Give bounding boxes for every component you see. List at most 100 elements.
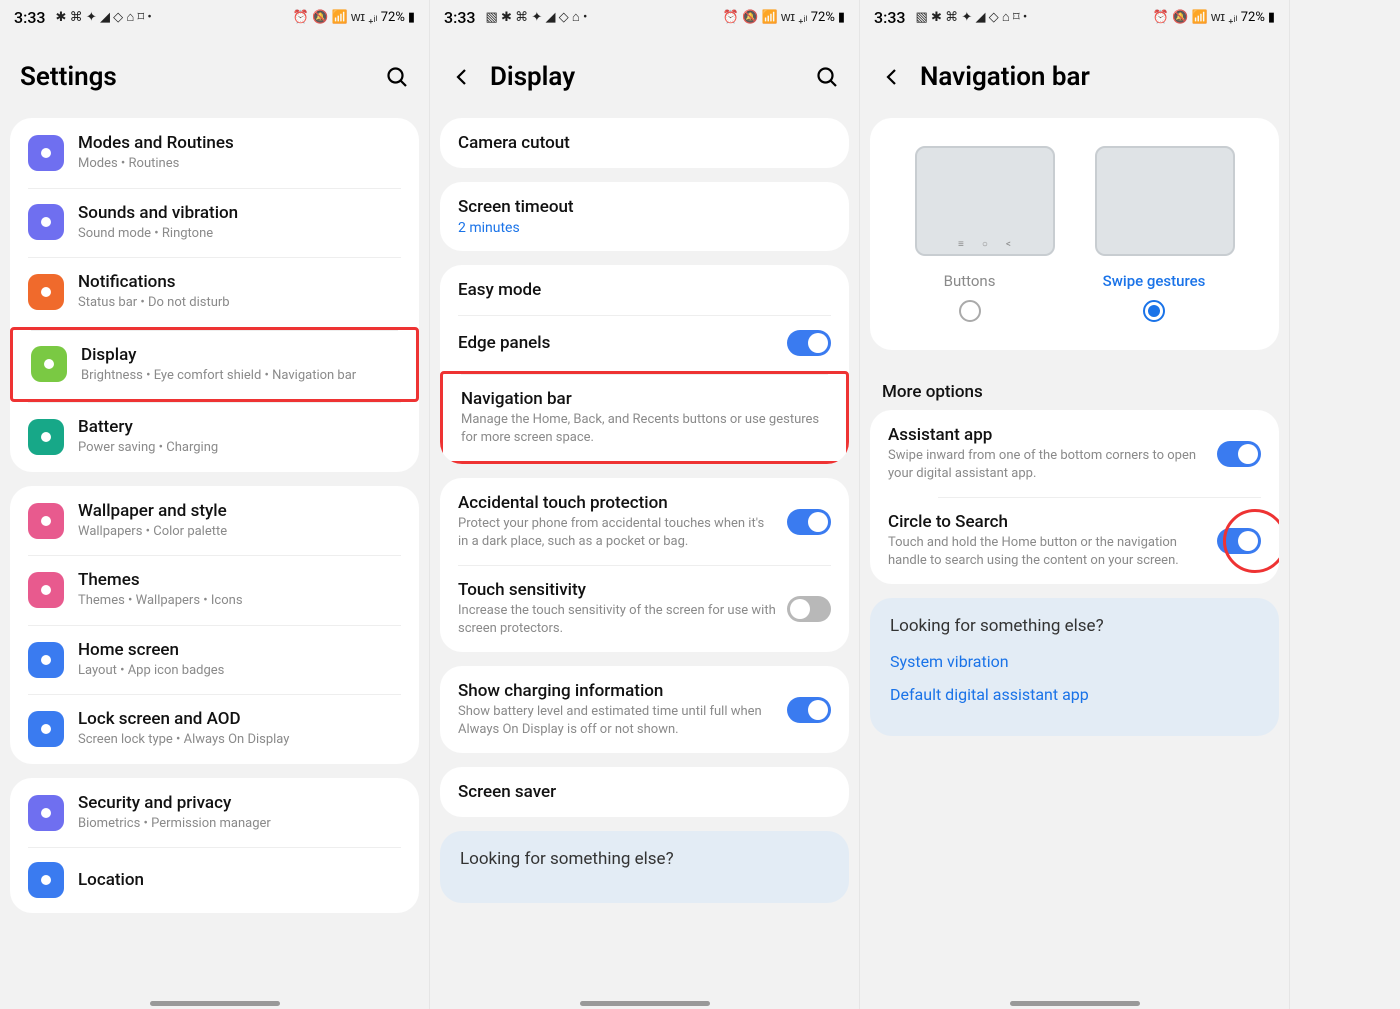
row-title: Screen saver <box>458 782 831 802</box>
status-right-icons: ⏰ 🔕 📶 ᴡɪ ₊ᵢₗ <box>723 9 808 25</box>
display-row-show-charging-information[interactable]: Show charging informationShow battery le… <box>440 666 849 753</box>
battery-icon <box>28 419 64 455</box>
settings-group: Security and privacyBiometrics • Permiss… <box>10 778 419 914</box>
navbar-header: Navigation bar <box>860 34 1289 118</box>
back-icon[interactable] <box>880 65 904 89</box>
radio-selected-icon[interactable] <box>1143 300 1165 322</box>
search-icon[interactable] <box>385 65 409 89</box>
display-row-screen-timeout[interactable]: Screen timeout2 minutes <box>440 182 849 251</box>
battery-icon: ▮ <box>408 10 415 25</box>
settings-screen: 3:33 ✱ ⌘ ✦ ◢ ◇ ⌂ ⌑ • ⏰ 🔕 📶 ᴡɪ ₊ᵢₗ 72% ▮ … <box>0 0 430 1009</box>
display-row-touch-sensitivity[interactable]: Touch sensitivityIncrease the touch sens… <box>440 565 849 652</box>
location-icon <box>28 862 64 898</box>
row-sub: Wallpapers • Color palette <box>78 523 401 541</box>
status-time: 3:33 <box>14 8 46 27</box>
display-group: Screen saver <box>440 767 849 817</box>
settings-row-home-screen[interactable]: Home screenLayout • App icon badges <box>10 625 419 695</box>
row-sub: Manage the Home, Back, and Recents butto… <box>461 411 828 446</box>
status-bar: 3:33 ▧ ✱ ⌘ ✦ ◢ ◇ ⌂ ⌑ • ⏰ 🔕 📶 ᴡɪ ₊ᵢₗ 72% … <box>860 0 1289 34</box>
status-battery: 72% <box>381 10 405 25</box>
toggle-switch[interactable] <box>1217 441 1261 467</box>
nav-type-card: ≡○< Buttons Swipe gestures <box>870 118 1279 350</box>
settings-row-modes-and-routines[interactable]: Modes and RoutinesModes • Routines <box>10 118 419 188</box>
row-sub: Themes • Wallpapers • Icons <box>78 592 401 610</box>
row-sub: Show battery level and estimated time un… <box>458 703 777 738</box>
settings-row-notifications[interactable]: NotificationsStatus bar • Do not disturb <box>10 257 419 327</box>
display-icon <box>31 346 67 382</box>
search-icon[interactable] <box>815 65 839 89</box>
row-sub: Layout • App icon badges <box>78 662 401 680</box>
toggle-switch[interactable] <box>1217 528 1261 554</box>
settings-row-wallpaper-and-style[interactable]: Wallpaper and style Wallpapers • Color pa… <box>10 486 419 556</box>
nav-option-swipe[interactable]: Swipe gestures <box>1103 272 1206 322</box>
display-row-easy-mode[interactable]: Easy mode <box>440 265 849 315</box>
status-right-icons: ⏰ 🔕 📶 ᴡɪ ₊ᵢₗ <box>293 9 378 25</box>
status-bar: 3:33 ✱ ⌘ ✦ ◢ ◇ ⌂ ⌑ • ⏰ 🔕 📶 ᴡɪ ₊ᵢₗ 72% ▮ <box>0 0 429 34</box>
display-group: Show charging informationShow battery le… <box>440 666 849 753</box>
display-group: Easy modeEdge panelsNavigation barManage… <box>440 265 849 464</box>
status-time: 3:33 <box>444 8 476 27</box>
toggle-switch[interactable] <box>787 697 831 723</box>
row-sub: Swipe inward from one of the bottom corn… <box>888 447 1207 482</box>
themes-icon <box>28 572 64 608</box>
settings-row-lock-screen-and-aod[interactable]: Lock screen and AODScreen lock type • Al… <box>10 694 419 764</box>
row-title: Notifications <box>78 272 401 292</box>
row-title: Battery <box>78 417 401 437</box>
row-title: Security and privacy <box>78 793 401 813</box>
row-title: Navigation bar <box>461 389 828 409</box>
back-icon[interactable] <box>450 65 474 89</box>
battery-icon: ▮ <box>1268 10 1275 25</box>
radio-unselected-icon[interactable] <box>959 300 981 322</box>
settings-row-themes[interactable]: Themes Themes • Wallpapers • Icons <box>10 555 419 625</box>
nav-option-buttons[interactable]: Buttons <box>944 272 996 322</box>
row-title: Wallpaper and style <box>78 501 401 521</box>
display-row-edge-panels[interactable]: Edge panels <box>440 315 849 371</box>
nav-preview-gestures[interactable] <box>1095 146 1235 256</box>
row-value: 2 minutes <box>458 220 831 236</box>
page-title: Settings <box>20 62 117 92</box>
link-default-assistant[interactable]: Default digital assistant app <box>890 685 1259 704</box>
gesture-handle[interactable] <box>150 1001 280 1006</box>
status-left-icons: ▧ ✱ ⌘ ✦ ◢ ◇ ⌂ • <box>486 9 588 25</box>
toggle-switch[interactable] <box>787 330 831 356</box>
navbar-row-circle-to-search[interactable]: Circle to SearchTouch and hold the Home … <box>870 497 1279 584</box>
display-row-accidental-touch-protection[interactable]: Accidental touch protectionProtect your … <box>440 478 849 565</box>
row-sub: Sound mode • Ringtone <box>78 225 401 243</box>
navbar-options-group: Assistant appSwipe inward from one of th… <box>870 410 1279 584</box>
status-right-icons: ⏰ 🔕 📶 ᴡɪ ₊ᵢₗ <box>1153 9 1238 25</box>
link-system-vibration[interactable]: System vibration <box>890 652 1259 671</box>
settings-header: Settings <box>0 34 429 118</box>
settings-row-display[interactable]: Display Brightness • Eye comfort shield •… <box>10 327 419 403</box>
settings-row-location[interactable]: Location <box>10 847 419 913</box>
settings-row-battery[interactable]: BatteryPower saving • Charging <box>10 402 419 472</box>
row-sub: Screen lock type • Always On Display <box>78 731 401 749</box>
row-title: Camera cutout <box>458 133 831 153</box>
row-title: Themes <box>78 570 401 590</box>
display-group: Camera cutout <box>440 118 849 168</box>
navbar-row-assistant-app[interactable]: Assistant appSwipe inward from one of th… <box>870 410 1279 497</box>
settings-row-sounds-and-vibration[interactable]: Sounds and vibrationSound mode • Rington… <box>10 188 419 258</box>
status-battery: 72% <box>1241 10 1265 25</box>
settings-group: Modes and RoutinesModes • RoutinesSounds… <box>10 118 419 472</box>
home-icon <box>28 642 64 678</box>
row-title: Display <box>81 345 398 365</box>
status-bar: 3:33 ▧ ✱ ⌘ ✦ ◢ ◇ ⌂ • ⏰ 🔕 📶 ᴡɪ ₊ᵢₗ 72% ▮ <box>430 0 859 34</box>
row-sub: Protect your phone from accidental touch… <box>458 515 777 550</box>
toggle-switch[interactable] <box>787 509 831 535</box>
gesture-handle[interactable] <box>1010 1001 1140 1006</box>
looking-title: Looking for something else? <box>460 849 829 869</box>
sound-icon <box>28 204 64 240</box>
status-left-icons: ▧ ✱ ⌘ ✦ ◢ ◇ ⌂ ⌑ • <box>916 9 1028 25</box>
settings-row-security-and-privacy[interactable]: Security and privacyBiometrics • Permiss… <box>10 778 419 848</box>
gesture-handle[interactable] <box>580 1001 710 1006</box>
display-screen: 3:33 ▧ ✱ ⌘ ✦ ◢ ◇ ⌂ • ⏰ 🔕 📶 ᴡɪ ₊ᵢₗ 72% ▮ … <box>430 0 860 1009</box>
toggle-switch[interactable] <box>787 596 831 622</box>
display-row-screen-saver[interactable]: Screen saver <box>440 767 849 817</box>
row-sub: Brightness • Eye comfort shield • Naviga… <box>81 367 398 385</box>
display-row-camera-cutout[interactable]: Camera cutout <box>440 118 849 168</box>
status-battery: 72% <box>811 10 835 25</box>
display-header: Display <box>430 34 859 118</box>
settings-group: Wallpaper and style Wallpapers • Color pa… <box>10 486 419 764</box>
nav-preview-buttons[interactable]: ≡○< <box>915 146 1055 256</box>
display-row-navigation-bar[interactable]: Navigation barManage the Home, Back, and… <box>440 371 849 464</box>
